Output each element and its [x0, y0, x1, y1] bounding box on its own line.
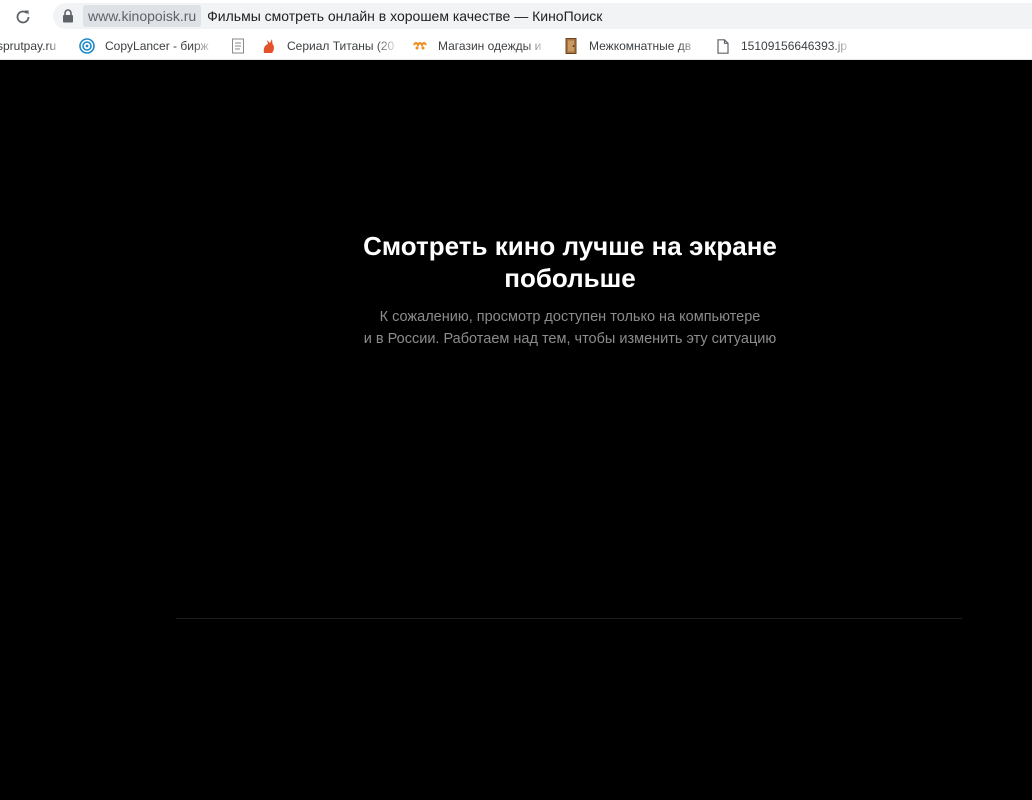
site-info-button[interactable] — [55, 3, 81, 29]
copylancer-icon — [79, 38, 95, 54]
bookmark-label: Сериал Титаны (20 — [287, 39, 395, 53]
cat-icon — [261, 38, 277, 54]
url-domain[interactable]: www.kinopoisk.ru — [83, 5, 202, 27]
description: К сожалению, просмотр доступен только на… — [305, 306, 835, 350]
divider — [176, 618, 962, 619]
reload-icon — [16, 10, 30, 23]
bookmark-document[interactable] — [231, 33, 251, 59]
bookmark-label: 15109156646393.jp — [741, 39, 848, 53]
file-icon — [715, 38, 731, 54]
bookmark-titans[interactable]: Сериал Титаны (20 — [261, 33, 406, 59]
bookmark-label: sprutpay.ru — [0, 39, 57, 53]
omnibox[interactable]: www.kinopoisk.ru Фильмы смотреть онлайн … — [53, 3, 1032, 29]
bookmark-clothing-store[interactable]: Магазин одежды и — [412, 33, 552, 59]
bookmark-copylancer[interactable]: CopyLancer - бирж — [79, 33, 223, 59]
description-line-2: и в России. Работаем над тем, чтобы изме… — [363, 331, 777, 347]
bookmark-sprutpay[interactable]: sprutpay.ru — [0, 33, 73, 59]
url-page-title[interactable]: Фильмы смотреть онлайн в хорошем качеств… — [207, 8, 602, 24]
headline-line-1: Смотреть кино лучше на экране — [363, 231, 777, 261]
headline-line-2: побольше — [504, 263, 636, 293]
bookmark-label: Магазин одежды и — [438, 39, 542, 53]
bookmark-image-file[interactable]: 15109156646393.jp — [715, 33, 855, 59]
shop-icon — [412, 38, 428, 54]
bookmark-label: Межкомнатные дв — [589, 39, 692, 53]
bookmark-label: CopyLancer - бирж — [105, 39, 209, 53]
bookmark-doors[interactable]: Межкомнатные дв — [563, 33, 703, 59]
door-icon — [563, 38, 579, 54]
main-content: Смотреть кино лучше на экране побольше К… — [0, 60, 1032, 800]
headline: Смотреть кино лучше на экране побольше — [305, 230, 835, 294]
reload-button[interactable] — [0, 0, 46, 33]
bookmarks-bar: sprutpay.ru CopyLancer - бирж Сериал Тит… — [0, 33, 1032, 60]
lock-icon — [63, 9, 73, 23]
address-bar: www.kinopoisk.ru Фильмы смотреть онлайн … — [0, 0, 1032, 33]
description-line-1: К сожалению, просмотр доступен только на… — [379, 309, 761, 325]
document-icon — [231, 38, 245, 54]
